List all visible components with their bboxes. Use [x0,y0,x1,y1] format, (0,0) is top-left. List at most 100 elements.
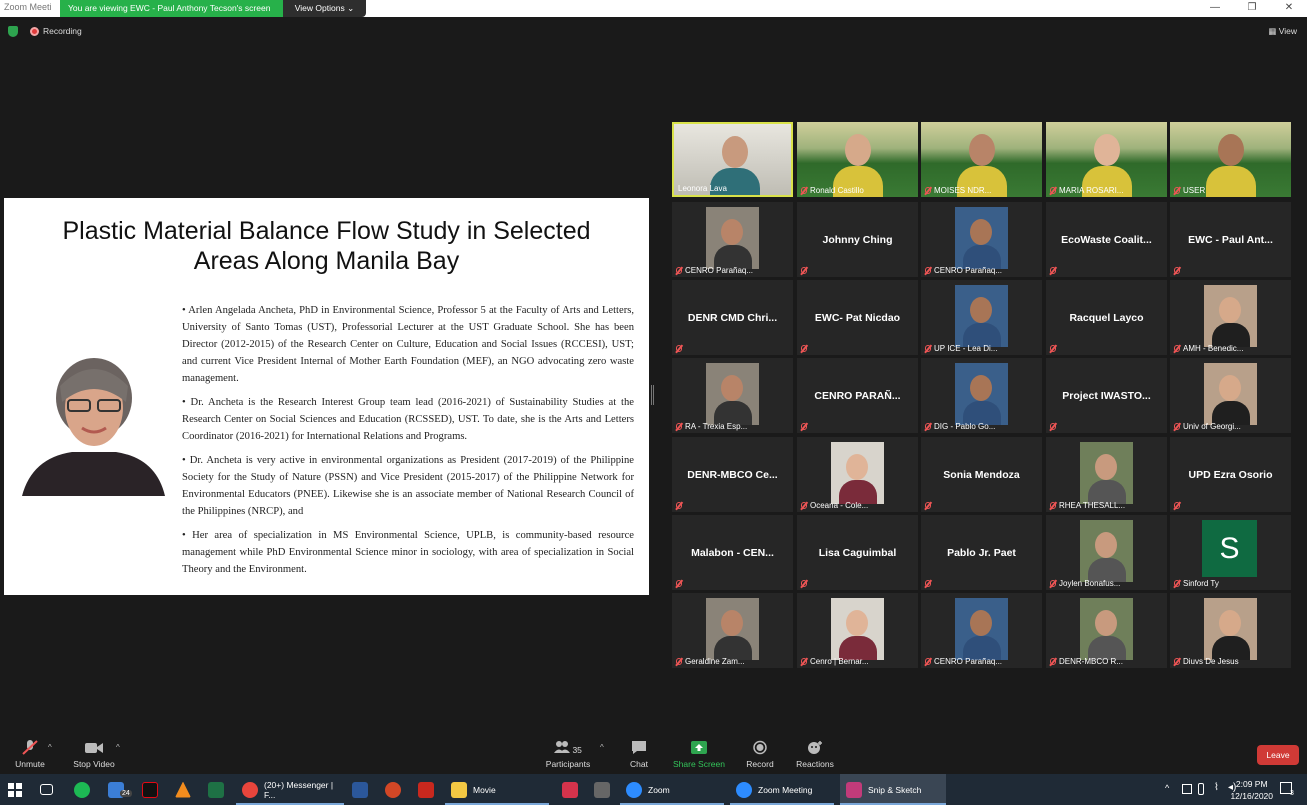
participant-tile[interactable]: UP ICE - Lea Di... [921,280,1042,355]
participant-tile[interactable]: AMH - Benedic... [1170,280,1291,355]
spotify-taskbar-icon[interactable] [74,774,96,805]
media-taskbar-icon[interactable] [594,774,616,805]
start-button[interactable] [8,774,22,805]
participants-label: Participants [545,759,591,769]
participant-tile[interactable]: Ronald Castillo [797,122,918,197]
windows-logo-icon [8,782,22,797]
view-options-button[interactable]: View Options ⌄ [283,0,366,17]
reactions-button[interactable]: Reactions [780,736,850,769]
muted-mic-icon [801,658,807,665]
taskbar-snip-sketch[interactable]: Snip & Sketch [840,774,946,805]
participant-tile[interactable]: CENRO Parañaq... [921,593,1042,668]
participant-tile[interactable]: DENR CMD Chri... [672,280,793,355]
recording-label: Recording [43,26,82,36]
app-taskbar-icon[interactable] [562,774,584,805]
participant-tile[interactable]: MOISES NDR... [921,122,1042,197]
maximize-icon[interactable]: ❐ [1234,0,1270,17]
participant-tile[interactable]: Geraldine Zam... [672,593,793,668]
muted-mic-icon [925,423,931,430]
panel-splitter-handle[interactable] [651,385,654,405]
participant-tile[interactable]: RA - Trexia Esp... [672,358,793,433]
bio-paragraph: • Dr. Ancheta is the Research Interest G… [182,397,634,442]
participant-tile[interactable]: CENRO Parañaq... [921,202,1042,277]
participant-tile[interactable]: DIG - Pablo Go... [921,358,1042,433]
chat-bubble-icon [632,741,646,754]
muted-mic-icon [676,423,682,430]
muted-mic-icon [676,267,682,274]
participant-tile[interactable]: Cenro | Bernar... [797,593,918,668]
participant-tile[interactable]: EWC- Pat Nicdao [797,280,918,355]
participant-tile[interactable]: EcoWaste Coalit... [1046,202,1167,277]
participant-tile[interactable]: Sonia Mendoza [921,437,1042,512]
participant-tile[interactable]: Oceana - Cole... [797,437,918,512]
participant-name: EWC- Pat Nicdao [814,311,901,324]
system-clock[interactable]: 2:09 PM 12/16/2020 [1230,778,1273,802]
participant-tile[interactable]: DENR-MBCO Ce... [672,437,793,512]
participant-tile[interactable]: CENRO Parañaq... [672,202,793,277]
battery-icon[interactable] [1198,783,1204,795]
acrobat-taskbar-icon[interactable] [418,774,440,805]
leave-button[interactable]: Leave [1257,745,1299,765]
participant-tile[interactable]: Racquel Layco [1046,280,1167,355]
excel-taskbar-icon[interactable] [208,774,230,805]
video-options-chevron-icon[interactable]: ^ [116,743,120,752]
photo-face [721,219,743,245]
minimize-icon[interactable]: — [1197,0,1233,17]
muted-mic-icon [801,267,807,274]
audio-options-chevron-icon[interactable]: ^ [48,743,52,752]
taskbar-zoom-meeting[interactable]: Zoom Meeting [730,774,834,805]
participant-tile[interactable]: MARIA ROSARI... [1046,122,1167,197]
photo-face [970,297,992,323]
participant-photo [1080,520,1133,582]
participant-label: RHEA THESALL... [1059,501,1126,510]
photo-face [1219,610,1241,636]
taskbar-movie-folder[interactable]: Movie [445,774,549,805]
participants-button[interactable]: 35 Participants [533,736,603,769]
participant-tile[interactable]: EWC - Paul Ant... [1170,202,1291,277]
participant-tile[interactable]: Joylen Bonafus... [1046,515,1167,590]
wifi-icon[interactable]: ⌇ [1214,782,1219,793]
mail-taskbar-icon[interactable]: 24 [108,774,132,805]
clock-time: 2:09 PM [1235,779,1268,789]
tray-app-icon[interactable] [1182,784,1192,794]
task-view-button[interactable] [40,774,59,805]
participant-tile[interactable]: Univ of Georgi... [1170,358,1291,433]
taskbar-zoom[interactable]: Zoom [620,774,724,805]
taskbar-messenger-chrome[interactable]: (20+) Messenger | F... [236,774,344,805]
close-icon[interactable]: ✕ [1271,0,1307,17]
participant-tile[interactable]: Pablo Jr. Paet [921,515,1042,590]
view-button[interactable]: ▦ View [1268,26,1297,37]
participant-name: Project IWASTO... [1062,389,1151,402]
muted-mic-icon [676,658,682,665]
app-title: Zoom Meeti [4,2,52,12]
participant-tile[interactable]: USER [1170,122,1291,197]
share-screen-button[interactable]: Share Screen [664,736,734,769]
tray-chevron-icon[interactable]: ^ [1165,783,1169,793]
participant-tile[interactable]: RHEA THESALL... [1046,437,1167,512]
window-titlebar: Zoom Meeti You are viewing EWC - Paul An… [0,0,1307,17]
participant-tile[interactable]: Lisa Caguimbal [797,515,918,590]
word-taskbar-icon[interactable] [352,774,374,805]
participant-tile[interactable]: CENRO PARAÑ... [797,358,918,433]
participant-label: Sinford Ty [1183,579,1219,588]
photo-face [846,610,868,636]
participant-tile[interactable]: Project IWASTO... [1046,358,1167,433]
participant-tile[interactable]: Leonora Lava [672,122,793,197]
movie-label: Movie [473,784,496,795]
participant-tile[interactable]: DENR-MBCO R... [1046,593,1167,668]
participant-tile[interactable]: UPD Ezra Osorio [1170,437,1291,512]
muted-mic-icon [676,502,682,509]
participant-tile[interactable]: S Sinford Ty [1170,515,1291,590]
encryption-shield-icon[interactable] [8,26,18,37]
participant-tile[interactable]: Diuvs De Jesus [1170,593,1291,668]
participant-tile[interactable]: Malabon - CEN... [672,515,793,590]
vlc-taskbar-icon[interactable] [175,774,197,805]
stop-video-button[interactable]: Stop Video [59,736,129,769]
zoom-meeting-label: Zoom Meeting [758,784,813,795]
participant-tile[interactable]: Johnny Ching [797,202,918,277]
participant-name: EcoWaste Coalit... [1061,233,1152,246]
powerpoint-taskbar-icon[interactable] [385,774,407,805]
netflix-taskbar-icon[interactable] [142,774,164,805]
record-icon [753,740,767,755]
unmute-button[interactable]: Unmute [0,736,65,769]
